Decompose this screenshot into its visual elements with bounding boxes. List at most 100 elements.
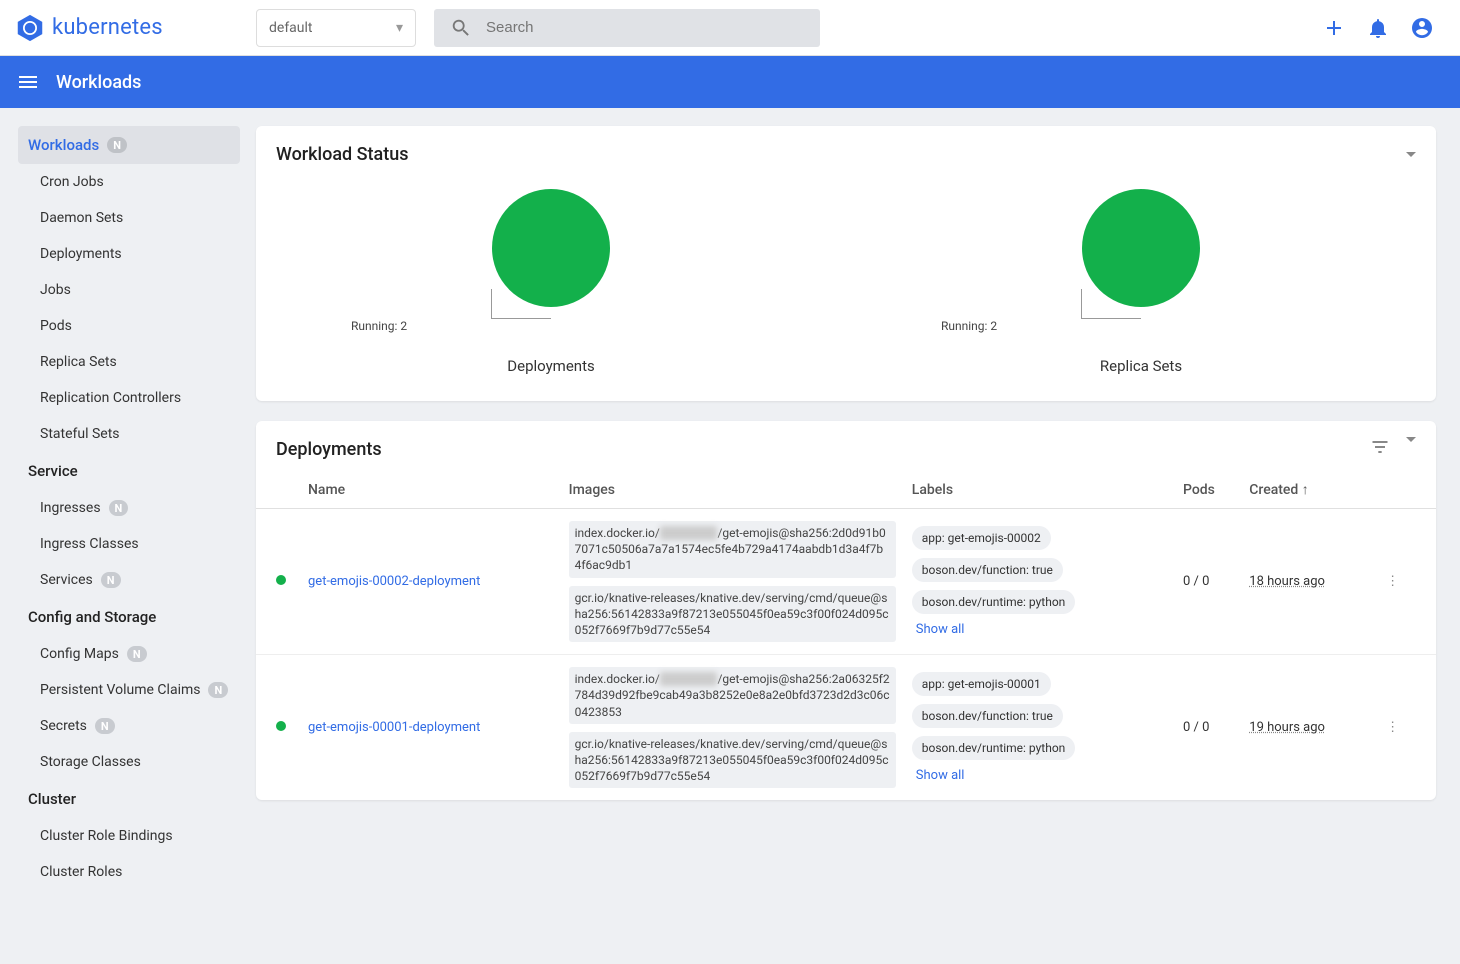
sidebar-item-label: Secrets (40, 718, 87, 734)
pods-count: 0 / 0 (1175, 655, 1241, 801)
sidebar-item[interactable]: Replica Sets (18, 344, 240, 380)
sidebar-section-config: Config and Storage (18, 598, 240, 636)
sidebar-item[interactable]: ServicesN (18, 562, 240, 598)
created-time: 18 hours ago (1249, 574, 1325, 589)
sidebar-item-label: Jobs (40, 282, 71, 298)
table-column-header[interactable]: Images (561, 471, 904, 509)
brand-logo[interactable]: kubernetes (16, 14, 256, 42)
sidebar-item-label: Cluster Role Bindings (40, 828, 173, 844)
label-chip: app: get-emojis-00001 (912, 672, 1051, 696)
row-actions-menu[interactable]: ⋮ (1376, 720, 1409, 735)
sidebar-item-label: Pods (40, 318, 72, 334)
kubernetes-logo-icon (16, 14, 44, 42)
sidebar-item[interactable]: IngressesN (18, 490, 240, 526)
label-chip: boson.dev/function: true (912, 558, 1063, 582)
table-column-header[interactable]: Labels (904, 471, 1175, 509)
table-column-header[interactable]: Pods (1175, 471, 1241, 509)
sidebar-item-label: Deployments (40, 246, 122, 262)
table-column-header[interactable]: Created ↑ (1241, 471, 1368, 509)
deployments-card: Deployments NameImagesLabelsPodsCreated … (256, 421, 1436, 800)
table-row: get-emojis-00002-deployment index.docker.… (256, 509, 1436, 655)
chevron-down-icon: ▾ (396, 20, 403, 36)
sidebar-badge: N (95, 718, 115, 734)
sidebar-item[interactable]: Deployments (18, 236, 240, 272)
sidebar-item[interactable]: Cluster Roles (18, 854, 240, 890)
sidebar-group-workloads[interactable]: Workloads N (18, 126, 240, 164)
create-button[interactable] (1312, 6, 1356, 50)
sidebar-item-label: Daemon Sets (40, 210, 123, 226)
sidebar-item[interactable]: Stateful Sets (18, 416, 240, 452)
show-all-labels-link[interactable]: Show all (916, 768, 965, 783)
status-running-icon (276, 721, 286, 731)
sidebar-item[interactable]: Replication Controllers (18, 380, 240, 416)
deployment-name-link[interactable]: get-emojis-00002-deployment (308, 574, 480, 589)
status-chart: Running: 2 Deployments (276, 189, 826, 375)
filter-icon[interactable] (1370, 437, 1390, 461)
top-bar: kubernetes default ▾ (0, 0, 1460, 56)
sidebar-group-label: Workloads (28, 136, 99, 154)
plus-icon (1322, 16, 1346, 40)
show-all-labels-link[interactable]: Show all (916, 622, 965, 637)
table-column-header[interactable]: Name (300, 471, 561, 509)
image-ref: index.docker.io/xxxxxxxxx/get-emojis@sha… (569, 667, 896, 724)
sidebar-item-label: Config Maps (40, 646, 119, 662)
collapse-icon[interactable] (1406, 437, 1416, 442)
page-title: Workloads (56, 72, 141, 93)
sidebar-item-label: Stateful Sets (40, 426, 120, 442)
bell-icon (1366, 16, 1390, 40)
search-box[interactable] (434, 9, 820, 47)
sidebar-item[interactable]: Jobs (18, 272, 240, 308)
image-ref: index.docker.io/xxxxxxxxx/get-emojis@sha… (569, 521, 896, 578)
sidebar-badge: N (208, 682, 228, 698)
chart-title: Deployments (507, 357, 594, 375)
table-column-header (256, 471, 300, 509)
sidebar-badge: N (107, 137, 127, 153)
sidebar-section-service: Service (18, 452, 240, 490)
collapse-icon[interactable] (1406, 152, 1416, 157)
deployment-name-link[interactable]: get-emojis-00001-deployment (308, 720, 480, 735)
deployments-table: NameImagesLabelsPodsCreated ↑ get-emojis… (256, 471, 1436, 800)
status-chart: Running: 2 Replica Sets (866, 189, 1416, 375)
search-icon (450, 17, 472, 39)
sidebar-badge: N (101, 572, 121, 588)
sidebar-item[interactable]: Persistent Volume Claims N (18, 672, 240, 708)
label-chip: boson.dev/runtime: python (912, 736, 1076, 760)
sidebar-section-cluster: Cluster (18, 780, 240, 818)
sidebar-item[interactable]: Secrets N (18, 708, 240, 744)
workload-status-card: Workload Status Running: 2 Deployments R… (256, 126, 1436, 401)
row-actions-menu[interactable]: ⋮ (1376, 574, 1409, 589)
label-chip: boson.dev/function: true (912, 704, 1063, 728)
account-button[interactable] (1400, 6, 1444, 50)
sidebar-item[interactable]: Cron Jobs (18, 164, 240, 200)
table-row: get-emojis-00001-deployment index.docker.… (256, 655, 1436, 801)
namespace-selected-value: default (269, 20, 313, 36)
image-ref: gcr.io/knative-releases/knative.dev/serv… (569, 732, 896, 789)
workload-status-title: Workload Status (276, 144, 409, 165)
sidebar-item[interactable]: Storage Classes (18, 744, 240, 780)
sidebar-item-label: Cron Jobs (40, 174, 104, 190)
chart-title: Replica Sets (1100, 357, 1182, 375)
sidebar-item-label: Storage Classes (40, 754, 141, 770)
hamburger-menu-button[interactable] (16, 70, 40, 94)
sidebar-item[interactable]: Pods (18, 308, 240, 344)
sidebar-item-label: Ingress Classes (40, 536, 139, 552)
table-column-header (1368, 471, 1436, 509)
search-input[interactable] (486, 19, 804, 36)
sidebar-item[interactable]: Daemon Sets (18, 200, 240, 236)
chart-running-label: Running: 2 (351, 319, 407, 333)
sidebar-nav: Workloads N Cron Jobs Daemon Sets Deployme… (0, 108, 240, 908)
user-circle-icon (1410, 16, 1434, 40)
menu-icon (16, 70, 40, 94)
sidebar-item[interactable]: Cluster Role Bindings (18, 818, 240, 854)
sidebar-item-label: Replication Controllers (40, 390, 181, 406)
image-ref: gcr.io/knative-releases/knative.dev/serv… (569, 586, 896, 643)
chart-running-label: Running: 2 (941, 319, 997, 333)
sort-asc-icon: ↑ (1298, 482, 1308, 498)
sidebar-item[interactable]: Config MapsN (18, 636, 240, 672)
pods-count: 0 / 0 (1175, 509, 1241, 655)
notifications-button[interactable] (1356, 6, 1400, 50)
sidebar-item-label: Persistent Volume Claims (40, 682, 200, 698)
namespace-select[interactable]: default ▾ (256, 9, 416, 47)
sidebar-item-label: Replica Sets (40, 354, 117, 370)
sidebar-item[interactable]: Ingress Classes (18, 526, 240, 562)
